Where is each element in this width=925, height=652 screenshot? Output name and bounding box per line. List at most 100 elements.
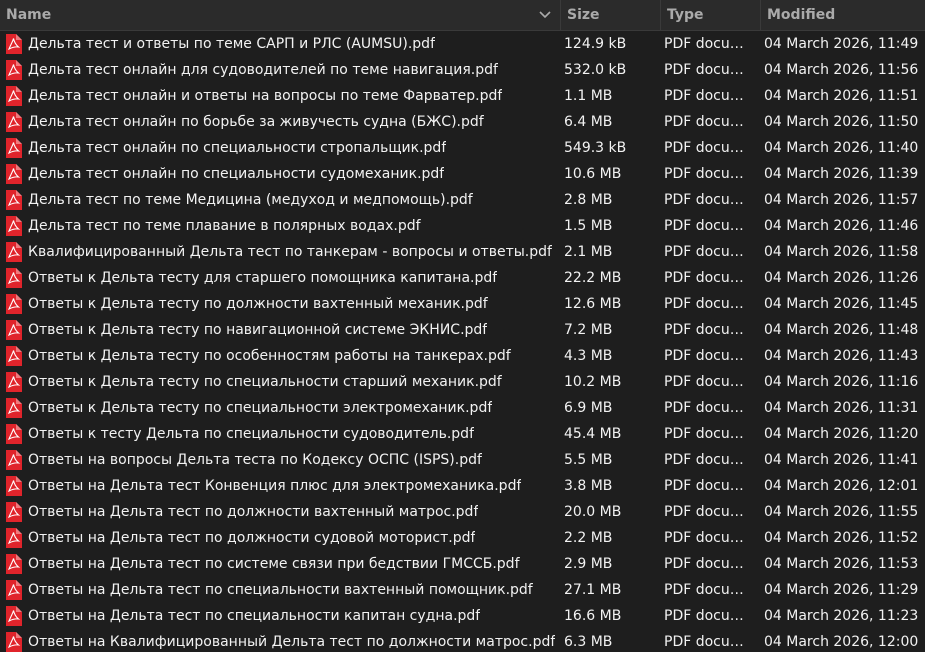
file-type: PDF docum… [664, 556, 758, 572]
file-row[interactable]: Дельта тест онлайн по борьбе за живучест… [0, 109, 925, 135]
file-type: PDF docum… [664, 452, 758, 468]
file-name: Дельта тест по теме Медицина (медуход и … [28, 192, 473, 208]
file-row[interactable]: Ответы на Дельта тест по должности вахте… [0, 499, 925, 525]
file-type: PDF docum… [664, 426, 758, 442]
pdf-file-icon [5, 528, 22, 548]
file-name-cell: Ответы на Дельта тест по должности судов… [0, 528, 560, 548]
file-name: Ответы к Дельта тесту по особенностям ра… [28, 348, 511, 364]
file-modified: 04 March 2026, 11:43 [764, 348, 919, 364]
file-row[interactable]: Квалифицированный Дельта тест по танкера… [0, 239, 925, 265]
column-header-type[interactable]: Type [660, 0, 760, 30]
column-header-size[interactable]: Size [560, 0, 660, 30]
pdf-file-icon [5, 346, 22, 366]
file-name-cell: Дельта тест онлайн и ответы на вопросы п… [0, 86, 560, 106]
file-modified: 04 March 2026, 11:26 [764, 270, 919, 286]
file-name: Дельта тест онлайн и ответы на вопросы п… [28, 88, 503, 104]
file-modified: 04 March 2026, 11:39 [764, 166, 919, 182]
file-modified: 04 March 2026, 11:57 [764, 192, 919, 208]
file-size: 2.1 MB [564, 244, 613, 260]
file-modified: 04 March 2026, 11:16 [764, 374, 919, 390]
file-row[interactable]: Ответы к Дельта тесту по должности вахте… [0, 291, 925, 317]
file-type: PDF docum… [664, 504, 758, 520]
file-name-cell: Дельта тест по теме Медицина (медуход и … [0, 190, 560, 210]
file-size: 6.4 MB [564, 114, 613, 130]
column-header-modified[interactable]: Modified [760, 0, 925, 30]
file-name-cell: Ответы на Квалифицированный Дельта тест … [0, 632, 560, 652]
file-row[interactable]: Ответы к Дельта тесту по специальности э… [0, 395, 925, 421]
file-name: Ответы на Дельта тест по должности судов… [28, 530, 476, 546]
chevron-down-icon [538, 8, 552, 22]
file-name: Дельта тест онлайн по специальности стро… [28, 140, 447, 156]
file-row[interactable]: Ответы на Квалифицированный Дельта тест … [0, 629, 925, 652]
pdf-file-icon [5, 476, 22, 496]
file-name-cell: Ответы к Дельта тесту по должности вахте… [0, 294, 560, 314]
file-modified: 04 March 2026, 11:58 [764, 244, 919, 260]
file-size: 549.3 kB [564, 140, 627, 156]
file-size: 1.5 MB [564, 218, 613, 234]
file-row[interactable]: Ответы на Дельта тест по системе связи п… [0, 551, 925, 577]
file-type: PDF docum… [664, 348, 758, 364]
file-type: PDF docum… [664, 322, 758, 338]
file-type: PDF docum… [664, 192, 758, 208]
file-size: 2.2 MB [564, 530, 613, 546]
pdf-file-icon [5, 632, 22, 652]
file-row[interactable]: Дельта тест по теме плавание в полярных … [0, 213, 925, 239]
file-row[interactable]: Дельта тест и ответы по теме САРП и РЛС … [0, 31, 925, 57]
file-row[interactable]: Ответы к тесту Дельта по специальности с… [0, 421, 925, 447]
file-row[interactable]: Ответы на вопросы Дельта теста по Кодекс… [0, 447, 925, 473]
file-size: 7.2 MB [564, 322, 613, 338]
file-modified: 04 March 2026, 11:56 [764, 62, 919, 78]
column-header-bar: Name Size Type Modified [0, 0, 925, 31]
file-size: 20.0 MB [564, 504, 622, 520]
file-name: Дельта тест онлайн по борьбе за живучест… [28, 114, 484, 130]
file-name: Квалифицированный Дельта тест по танкера… [28, 244, 552, 260]
file-size: 45.4 MB [564, 426, 622, 442]
file-row[interactable]: Дельта тест онлайн по специальности стро… [0, 135, 925, 161]
file-name: Дельта тест по теме плавание в полярных … [28, 218, 421, 234]
file-row[interactable]: Дельта тест онлайн по специальности судо… [0, 161, 925, 187]
file-name-cell: Ответы на Дельта тест по должности вахте… [0, 502, 560, 522]
file-row[interactable]: Ответы к Дельта тесту по особенностям ра… [0, 343, 925, 369]
file-modified: 04 March 2026, 11:20 [764, 426, 919, 442]
file-row[interactable]: Дельта тест по теме Медицина (медуход и … [0, 187, 925, 213]
file-name: Дельта тест онлайн для судоводителей по … [28, 62, 498, 78]
file-modified: 04 March 2026, 11:29 [764, 582, 919, 598]
pdf-file-icon [5, 294, 22, 314]
file-name: Ответы на Дельта тест по специальности к… [28, 608, 481, 624]
file-row[interactable]: Ответы на Дельта тест по специальности к… [0, 603, 925, 629]
file-row[interactable]: Дельта тест онлайн для судоводителей по … [0, 57, 925, 83]
file-size: 4.3 MB [564, 348, 613, 364]
file-modified: 04 March 2026, 11:45 [764, 296, 919, 312]
column-header-size-label: Size [567, 7, 600, 23]
file-size: 12.6 MB [564, 296, 622, 312]
file-name: Ответы к Дельта тесту для старшего помощ… [28, 270, 498, 286]
pdf-file-icon [5, 242, 22, 262]
file-row[interactable]: Ответы на Дельта тест по должности судов… [0, 525, 925, 551]
file-row[interactable]: Ответы на Дельта тест Конвенция плюс для… [0, 473, 925, 499]
file-name: Ответы к тесту Дельта по специальности с… [28, 426, 474, 442]
file-row[interactable]: Ответы к Дельта тесту по навигационной с… [0, 317, 925, 343]
column-header-name[interactable]: Name [0, 0, 560, 30]
file-type: PDF docum… [664, 88, 758, 104]
file-modified: 04 March 2026, 11:46 [764, 218, 919, 234]
pdf-file-icon [5, 450, 22, 470]
file-size: 2.8 MB [564, 192, 613, 208]
file-name-cell: Ответы на Дельта тест по системе связи п… [0, 554, 560, 574]
file-name-cell: Ответы на Дельта тест по специальности к… [0, 606, 560, 626]
file-name: Ответы к Дельта тесту по специальности э… [28, 400, 493, 416]
file-row[interactable]: Дельта тест онлайн и ответы на вопросы п… [0, 83, 925, 109]
file-row[interactable]: Ответы к Дельта тесту для старшего помощ… [0, 265, 925, 291]
pdf-file-icon [5, 268, 22, 288]
file-modified: 04 March 2026, 11:49 [764, 36, 919, 52]
pdf-file-icon [5, 60, 22, 80]
file-type: PDF docum… [664, 634, 758, 650]
file-name: Ответы на Дельта тест Конвенция плюс для… [28, 478, 522, 494]
file-modified: 04 March 2026, 11:40 [764, 140, 919, 156]
file-row[interactable]: Ответы на Дельта тест по специальности в… [0, 577, 925, 603]
file-row[interactable]: Ответы к Дельта тесту по специальности с… [0, 369, 925, 395]
file-modified: 04 March 2026, 11:48 [764, 322, 919, 338]
file-type: PDF docum… [664, 62, 758, 78]
file-name: Ответы на вопросы Дельта теста по Кодекс… [28, 452, 482, 468]
file-name-cell: Ответы к тесту Дельта по специальности с… [0, 424, 560, 444]
pdf-file-icon [5, 554, 22, 574]
